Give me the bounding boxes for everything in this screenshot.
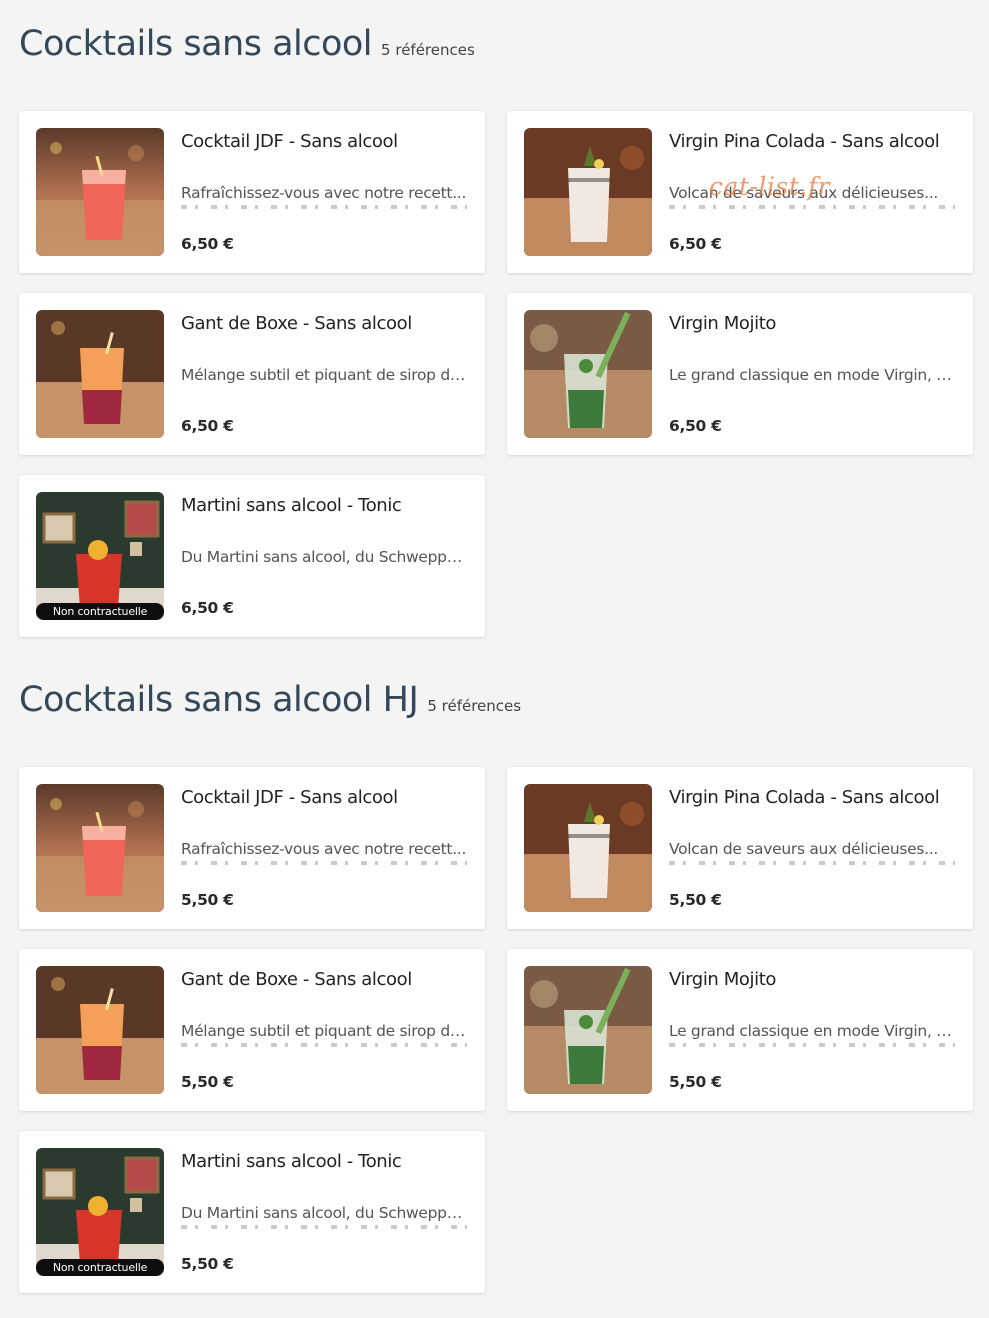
product-description: Le grand classique en mode Virgin, à... [669,1022,955,1040]
product-description: Le grand classique en mode Virgin, à... [669,366,955,384]
product-name: Virgin Mojito [669,969,776,990]
watermark: cat-list.fr [709,172,830,201]
product-image [524,966,652,1094]
product-description: Du Martini sans alcool, du Schweppe... [181,1204,467,1222]
product-price: 5,50 € [181,1073,234,1091]
product-price: 6,50 € [181,599,234,617]
product-card[interactable]: Virgin Mojito Le grand classique en mode… [507,293,973,455]
product-price: 5,50 € [181,1255,234,1273]
product-description: Du Martini sans alcool, du Schweppe... [181,548,467,566]
product-card[interactable]: Non contractuelle Martini sans alcool - … [19,1131,485,1293]
product-description: Rafraîchissez-vous avec notre recett... [181,184,467,202]
product-price: 6,50 € [181,235,234,253]
product-card[interactable]: Non contractuelle Martini sans alcool - … [19,475,485,637]
description-overflow-line [669,1043,955,1047]
menu-page: Cocktails sans alcool 5 références Cockt… [0,0,989,1318]
description-overflow-line [181,1043,467,1047]
description-overflow-line [669,861,955,865]
section-count: 5 références [427,697,522,715]
product-image: Non contractuelle [36,1148,164,1276]
description-overflow-line [181,1225,467,1229]
product-name: Martini sans alcool - Tonic [181,1151,402,1172]
product-image [524,128,652,256]
section-count: 5 références [381,41,475,59]
product-card[interactable]: Cocktail JDF - Sans alcool Rafraîchissez… [19,767,485,929]
section-title: Cocktails sans alcool HJ [19,680,419,720]
non-contractual-badge: Non contractuelle [36,1259,164,1276]
product-description: Rafraîchissez-vous avec notre recett... [181,840,467,858]
product-image [524,784,652,912]
product-card[interactable]: Gant de Boxe - Sans alcool Mélange subti… [19,949,485,1111]
product-description: Volcan de saveurs aux délicieuses... [669,840,939,858]
product-image [36,784,164,912]
product-name: Virgin Mojito [669,313,776,334]
product-image [36,310,164,438]
section-header: Cocktails sans alcool 5 références [19,24,475,64]
product-image [36,966,164,1094]
section-header: Cocktails sans alcool HJ 5 références [19,680,521,720]
product-price: 6,50 € [181,417,234,435]
product-card[interactable]: Cocktail JDF - Sans alcool Rafraîchissez… [19,111,485,273]
product-image [36,128,164,256]
product-card[interactable]: Virgin Pina Colada - Sans alcool Volcan … [507,767,973,929]
product-name: Virgin Pina Colada - Sans alcool [669,131,940,152]
description-overflow-line [669,205,955,209]
product-description: Mélange subtil et piquant de sirop de... [181,366,467,384]
product-price: 5,50 € [181,891,234,909]
product-image [524,310,652,438]
product-description: Mélange subtil et piquant de sirop de... [181,1022,467,1040]
product-price: 5,50 € [669,1073,722,1091]
product-price: 6,50 € [669,235,722,253]
product-name: Virgin Pina Colada - Sans alcool [669,787,940,808]
product-card[interactable]: Virgin Mojito Le grand classique en mode… [507,949,973,1111]
product-name: Martini sans alcool - Tonic [181,495,402,516]
product-name: Gant de Boxe - Sans alcool [181,313,412,334]
description-overflow-line [181,205,467,209]
product-price: 5,50 € [669,891,722,909]
section-title: Cocktails sans alcool [19,24,373,64]
product-name: Cocktail JDF - Sans alcool [181,787,398,808]
description-overflow-line [181,861,467,865]
product-card[interactable]: Gant de Boxe - Sans alcool Mélange subti… [19,293,485,455]
product-price: 6,50 € [669,417,722,435]
product-name: Cocktail JDF - Sans alcool [181,131,398,152]
non-contractual-badge: Non contractuelle [36,603,164,620]
product-name: Gant de Boxe - Sans alcool [181,969,412,990]
product-image: Non contractuelle [36,492,164,620]
